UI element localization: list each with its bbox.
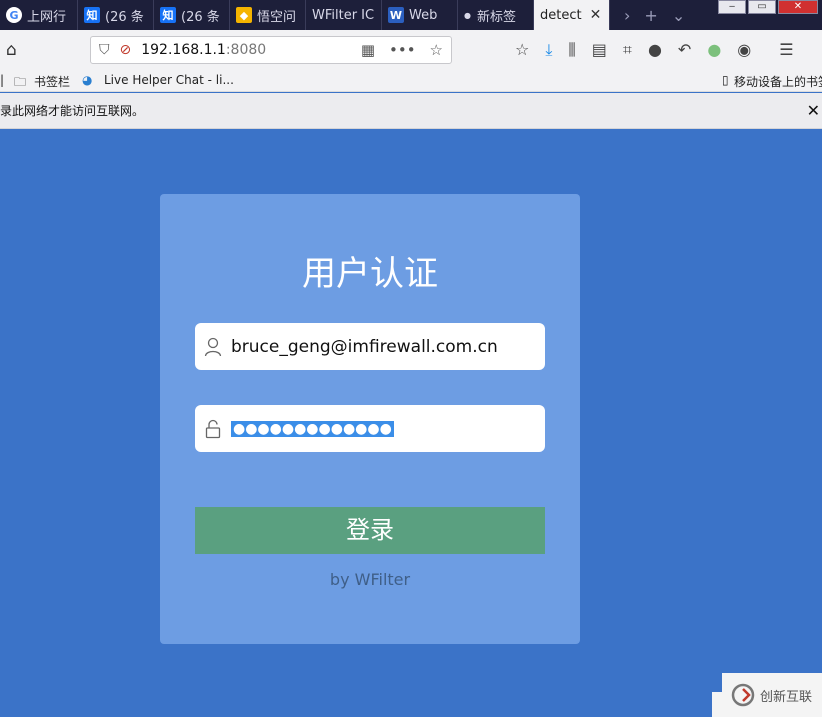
tab-label: detect: [540, 7, 582, 23]
toolbar-icons: ☆ ⤓ ⫼ ▤ ⌗ ● ↶ ● ◉ ☰: [515, 40, 794, 60]
tab-label: 悟空问: [257, 9, 297, 25]
folder-icon: 🗀: [14, 75, 27, 89]
password-value: ●●●●●●●●●●●●●: [231, 420, 394, 437]
captive-portal-notice: 录此网络才能访问互联网。 ✕: [0, 93, 822, 129]
bookmark-folder[interactable]: 书签栏: [34, 73, 70, 90]
account-icon[interactable]: ◉: [737, 40, 751, 60]
chat-icon[interactable]: ●: [648, 40, 662, 60]
tab-active[interactable]: detect ✕: [534, 0, 610, 30]
live-helper-icon: ◕: [82, 73, 93, 87]
url-bar[interactable]: ⛉ ⊘ 192.168.1.1:8080 ▦ ••• ☆: [90, 36, 452, 64]
close-icon[interactable]: ✕: [590, 7, 602, 23]
minimize-icon[interactable]: ‒: [718, 0, 746, 14]
bookmark-live-helper[interactable]: Live Helper Chat - li...: [104, 73, 234, 87]
google-icon: G: [6, 7, 22, 23]
notice-text: 录此网络才能访问互联网。: [0, 104, 145, 118]
more-icon[interactable]: •••: [389, 41, 416, 59]
login-title: 用户认证: [302, 254, 438, 294]
undo-icon[interactable]: ↶: [678, 40, 691, 60]
dot-icon: ●: [464, 10, 471, 20]
footer-credit: by WFilter: [329, 570, 411, 589]
tab-label: 新标签: [476, 9, 516, 25]
status-dot-icon[interactable]: ●: [707, 40, 721, 60]
url-port: :8080: [225, 42, 267, 58]
tab-label: (26 条: [105, 9, 144, 25]
sidebar-icon[interactable]: ▤: [592, 40, 607, 60]
watermark-logo-icon: [731, 683, 755, 707]
unlock-icon: [195, 419, 231, 439]
tab-7[interactable]: ● 新标签: [458, 0, 534, 30]
chevron-right-icon[interactable]: ›: [624, 6, 630, 25]
star-icon[interactable]: ☆: [430, 41, 443, 59]
url-host: 192.168.1.1: [141, 42, 226, 58]
zhihu-icon: 知: [84, 7, 100, 23]
tab-3[interactable]: 知 (26 条: [154, 0, 230, 30]
login-card: 用户认证 bruce_geng@imfirewall.com.cn ●●●●●●…: [160, 194, 580, 644]
shield-icon: ⛉: [99, 42, 110, 58]
tab-2[interactable]: 知 (26 条: [78, 0, 154, 30]
plus-icon[interactable]: +: [644, 6, 657, 25]
mobile-icon: ▯: [722, 73, 729, 87]
crop-icon[interactable]: ⌗: [623, 40, 632, 60]
username-field[interactable]: bruce_geng@imfirewall.com.cn: [195, 323, 545, 370]
insecure-lock-icon[interactable]: ⊘: [120, 42, 132, 58]
tab-5[interactable]: WFilter IC: [306, 0, 382, 30]
download-icon[interactable]: ⤓: [545, 40, 552, 60]
bookmark-cut-left: |: [0, 73, 5, 87]
password-field[interactable]: ●●●●●●●●●●●●●: [195, 405, 545, 452]
home-icon[interactable]: ⌂: [6, 40, 17, 60]
watermark-text: 创新互联: [760, 689, 813, 705]
watermark: 创新互联: [722, 673, 822, 717]
tab-label: Web: [409, 7, 438, 23]
tab-4[interactable]: ◆ 悟空问: [230, 0, 306, 30]
qr-code-icon[interactable]: ▦: [361, 41, 375, 59]
tab-label: WFilter IC: [312, 7, 375, 23]
tab-bar: G 上网行 知 (26 条 知 (26 条 ◆ 悟空问 WFilter IC W…: [0, 0, 822, 30]
word-icon: W: [388, 7, 404, 23]
zhihu-icon: 知: [160, 7, 176, 23]
user-icon: [195, 337, 231, 357]
maximize-icon[interactable]: ▭: [748, 0, 776, 14]
chevron-down-icon[interactable]: ⌄: [672, 6, 685, 25]
tab-label: (26 条: [181, 9, 220, 25]
nav-bar: ⌂ ⛉ ⊘ 192.168.1.1:8080 ▦ ••• ☆ ☆ ⤓ ⫼ ▤ ⌗…: [0, 30, 822, 70]
tab-1[interactable]: G 上网行: [0, 0, 78, 30]
wukong-icon: ◆: [236, 7, 252, 23]
close-icon[interactable]: ✕: [807, 93, 820, 129]
library-icon[interactable]: ⫼: [568, 40, 575, 60]
bookmark-mobile[interactable]: 移动设备上的书签: [734, 73, 822, 90]
bookmarks-bar: | 🗀 书签栏 ◕ Live Helper Chat - li... ▯ 移动设…: [0, 70, 822, 92]
login-button[interactable]: 登录: [195, 507, 545, 554]
reading-list-icon[interactable]: ☆: [515, 40, 529, 60]
menu-icon[interactable]: ☰: [779, 40, 793, 60]
username-value: bruce_geng@imfirewall.com.cn: [231, 336, 498, 357]
window-controls: ‒ ▭ ✕: [714, 0, 822, 18]
tab-6[interactable]: W Web: [382, 0, 458, 30]
window-close-icon[interactable]: ✕: [778, 0, 818, 14]
tab-label: 上网行: [27, 9, 67, 25]
tab-controls: › + ⌄: [610, 0, 685, 30]
